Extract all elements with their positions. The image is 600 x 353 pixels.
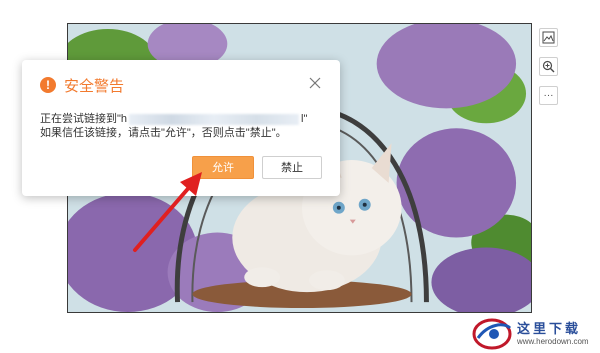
redacted-url xyxy=(129,113,300,125)
watermark-url: www.herodown.com xyxy=(517,337,589,346)
dialog-header: ! 安全警告 xyxy=(40,75,124,95)
more-button[interactable]: ··· xyxy=(539,86,558,105)
watermark-brand: 这里下载 xyxy=(517,321,582,336)
red-arrow-annotation xyxy=(133,172,202,252)
dialog-title: 安全警告 xyxy=(64,77,125,95)
zoom-in-button[interactable] xyxy=(539,57,558,76)
image-icon xyxy=(542,31,555,44)
deny-button[interactable]: 禁止 xyxy=(262,156,322,179)
message-suffix: l" xyxy=(301,113,308,125)
zoom-in-icon xyxy=(542,60,555,73)
close-icon[interactable] xyxy=(308,76,322,90)
dialog-message-line2: 如果信任该链接，请点击"允许"，否则点击"禁止"。 xyxy=(40,127,287,139)
image-view-button[interactable] xyxy=(539,28,558,47)
more-icon: ··· xyxy=(543,90,554,101)
warning-icon: ! xyxy=(40,77,56,93)
